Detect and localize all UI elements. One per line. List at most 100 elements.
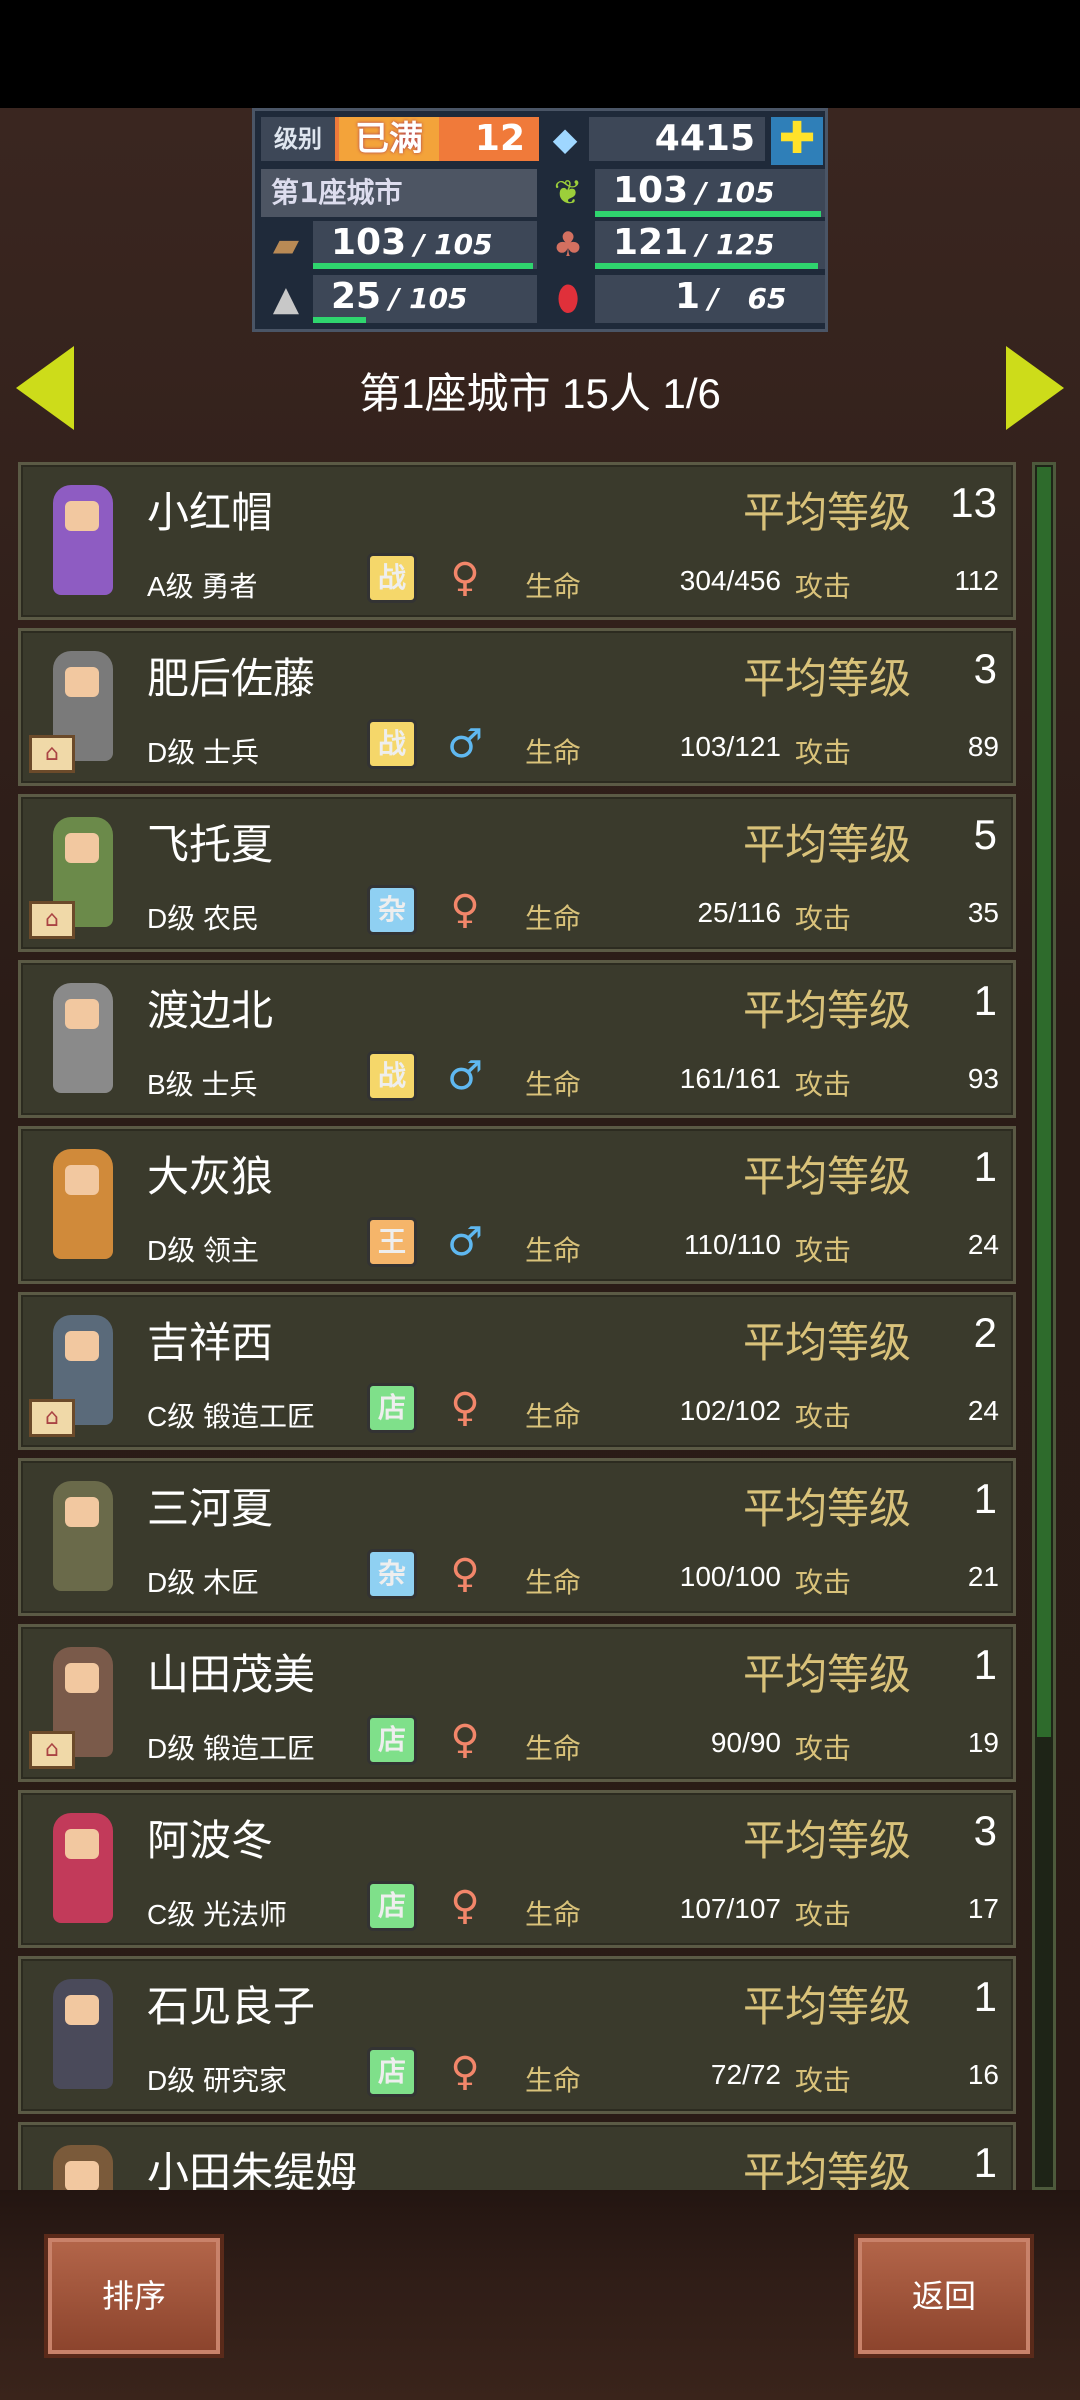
resident-name: 阿波冬: [147, 1817, 274, 1864]
gender-icon: ♂: [447, 721, 483, 767]
resident-avatar: ⌂: [29, 809, 133, 939]
hp-value: 107/107: [679, 1893, 781, 1924]
attack-label: 攻击: [795, 1899, 852, 1930]
avg-level-value: 1: [973, 2139, 997, 2186]
hp-label: 生命: [525, 1069, 582, 1100]
resident-name: 山田茂美: [147, 1651, 316, 1698]
avatar-face: [65, 1165, 99, 1195]
status-bar: [0, 0, 1080, 108]
resident-row[interactable]: ⌂ 飞托夏 平均等级 5 D级 农民 杂 ♀ 生命 25/116 攻击 35: [18, 794, 1016, 952]
job-badge-icon: 店: [367, 1715, 417, 1765]
back-button[interactable]: 返回: [854, 2234, 1034, 2358]
resident-row[interactable]: 渡边北 平均等级 1 B级 士兵 战 ♂ 生命 161/161 攻击 93: [18, 960, 1016, 1118]
avatar-face: [65, 1995, 99, 2025]
hp-label: 生命: [525, 571, 582, 602]
resident-class: D级 领主: [147, 1235, 260, 1266]
resident-avatar: ⌂: [29, 1307, 133, 1437]
resident-class: A级 勇者: [147, 571, 258, 602]
resident-row[interactable]: 三河夏 平均等级 1 D级 木匠 杂 ♀ 生命 100/100 攻击 21: [18, 1458, 1016, 1616]
resident-row[interactable]: 小红帽 平均等级 13 A级 勇者 战 ♀ 生命 304/456 攻击 112: [18, 462, 1016, 620]
attack-label: 攻击: [795, 1235, 852, 1266]
job-badge-icon: 战: [367, 553, 417, 603]
avg-level-label: 平均等级: [743, 821, 912, 868]
gender-icon: ♀: [450, 2049, 480, 2095]
hp-value: 161/161: [679, 1063, 781, 1094]
resident-row[interactable]: 大灰狼 平均等级 1 D级 领主 王 ♂ 生命 110/110 攻击 24: [18, 1126, 1016, 1284]
supplies-icon: ♣: [552, 225, 584, 265]
food-max: 105: [716, 176, 775, 209]
hp-value: 90/90: [710, 1727, 781, 1758]
avatar-face: [65, 1663, 99, 1693]
resident-avatar: [29, 1141, 133, 1271]
attack-label: 攻击: [795, 1401, 852, 1432]
hp-value: 103/121: [679, 731, 781, 762]
resident-row[interactable]: 小田朱缇姆 平均等级 1: [18, 2122, 1016, 2190]
wood-value: 103/ 105: [313, 221, 537, 269]
hp-label: 生命: [525, 1401, 582, 1432]
resident-name: 石见良子: [147, 1983, 316, 2030]
resident-avatar: [29, 2137, 133, 2190]
attack-label: 攻击: [795, 1567, 852, 1598]
house-icon: ⌂: [29, 1399, 75, 1437]
avatar-face: [65, 501, 99, 531]
avg-level-label: 平均等级: [743, 489, 912, 536]
avg-level-value: 1: [973, 1973, 997, 2020]
resident-name: 飞托夏: [147, 821, 274, 868]
supplies-current: 121: [613, 222, 689, 263]
avg-level-value: 13: [950, 479, 997, 526]
avatar-face: [65, 667, 99, 697]
resident-class: B级 士兵: [147, 1069, 258, 1100]
ruby-icon: ⬮: [557, 279, 579, 319]
attack-value: 93: [967, 1063, 999, 1094]
attack-value: 35: [967, 897, 999, 928]
avg-level-value: 5: [973, 811, 997, 858]
attack-value: 112: [954, 565, 999, 596]
gender-icon: ♂: [447, 1053, 483, 1099]
attack-value: 24: [967, 1395, 999, 1426]
resident-avatar: ⌂: [29, 1639, 133, 1769]
avatar-face: [65, 999, 99, 1029]
avg-level-value: 1: [973, 1143, 997, 1190]
hp-value: 100/100: [679, 1561, 781, 1592]
ore-bar: [313, 317, 367, 323]
scrollbar-thumb[interactable]: [1037, 467, 1051, 1737]
scrollbar[interactable]: [1032, 462, 1056, 2190]
supplies-value: 121/ 125: [595, 221, 825, 269]
resident-list[interactable]: 小红帽 平均等级 13 A级 勇者 战 ♀ 生命 304/456 攻击 112 …: [18, 462, 1018, 2190]
resident-class: D级 锻造工匠: [147, 1733, 316, 1764]
hp-label: 生命: [525, 1733, 582, 1764]
diamond-icon: ◆: [552, 120, 578, 158]
hp-label: 生命: [525, 903, 582, 934]
plus-icon: ✚: [778, 113, 816, 164]
ruby-slash: /: [708, 282, 719, 315]
ore-slash: /: [389, 282, 400, 315]
level-box: 已满 12: [335, 117, 539, 161]
hp-value: 72/72: [710, 2059, 781, 2090]
gender-icon: ♀: [450, 1883, 480, 1929]
avg-level-label: 平均等级: [743, 1485, 912, 1532]
next-city-arrow-icon[interactable]: [1006, 346, 1064, 430]
resident-name: 肥后佐藤: [147, 655, 316, 702]
ore-max: 105: [409, 282, 468, 315]
sort-button[interactable]: 排序: [44, 2234, 224, 2358]
wood-slash: /: [414, 228, 425, 261]
resident-row[interactable]: ⌂ 肥后佐藤 平均等级 3 D级 士兵 战 ♂ 生命 103/121 攻击 89: [18, 628, 1016, 786]
attack-label: 攻击: [795, 903, 852, 934]
job-badge-icon: 店: [367, 1383, 417, 1433]
avg-level-label: 平均等级: [743, 1983, 912, 2030]
resident-row[interactable]: 石见良子 平均等级 1 D级 研究家 店 ♀ 生命 72/72 攻击 16: [18, 1956, 1016, 2114]
avatar-face: [65, 1331, 99, 1361]
gem-count: 4415: [589, 117, 765, 161]
avg-level-value: 3: [973, 1807, 997, 1854]
attack-label: 攻击: [795, 571, 852, 602]
resident-avatar: [29, 477, 133, 607]
attack-label: 攻击: [795, 1069, 852, 1100]
resident-row[interactable]: 阿波冬 平均等级 3 C级 光法师 店 ♀ 生命 107/107 攻击 17: [18, 1790, 1016, 1948]
house-icon: ⌂: [29, 735, 75, 773]
resident-row[interactable]: ⌂ 山田茂美 平均等级 1 D级 锻造工匠 店 ♀ 生命 90/90 攻击 19: [18, 1624, 1016, 1782]
hp-value: 25/116: [697, 897, 781, 928]
resident-row[interactable]: ⌂ 吉祥西 平均等级 2 C级 锻造工匠 店 ♀ 生命 102/102 攻击 2…: [18, 1292, 1016, 1450]
resident-class: D级 木匠: [147, 1567, 260, 1598]
add-gems-button[interactable]: ✚: [771, 117, 823, 165]
hp-label: 生命: [525, 1567, 582, 1598]
